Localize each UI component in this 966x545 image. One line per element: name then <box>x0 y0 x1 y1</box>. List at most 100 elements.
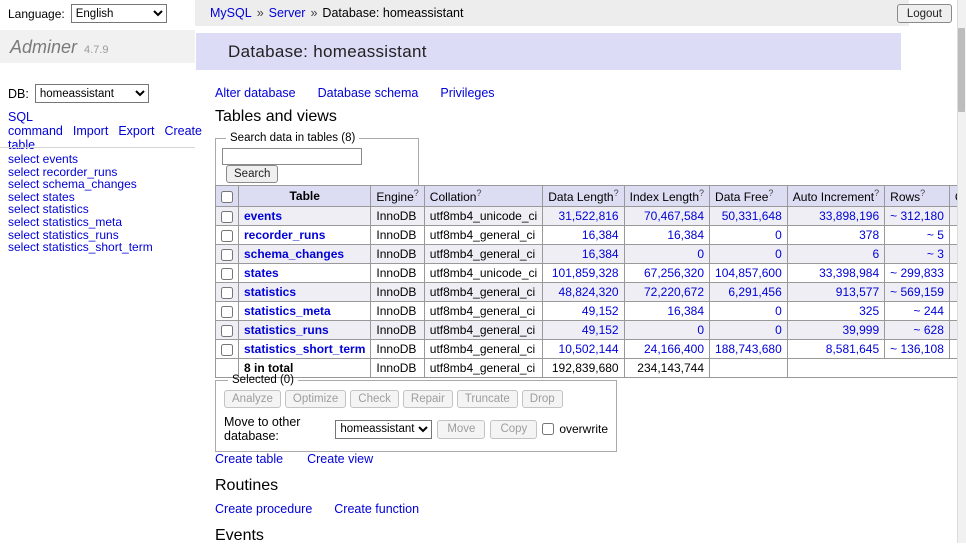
data-free-link[interactable]: 0 <box>775 247 782 261</box>
index-length-link[interactable]: 72,220,672 <box>644 285 704 299</box>
data-length-link[interactable]: 101,859,328 <box>552 266 619 280</box>
sidebar-action-link[interactable]: SQL command <box>8 110 63 138</box>
sidebar-table-link[interactable]: select statistics_short_term <box>8 241 153 254</box>
vertical-scrollbar[interactable] <box>957 0 966 543</box>
index-length-link[interactable]: 24,166,400 <box>644 342 704 356</box>
row-checkbox[interactable] <box>221 211 233 223</box>
selected-action-button[interactable]: Drop <box>522 390 563 408</box>
table-name-link[interactable]: statistics <box>244 285 296 299</box>
data-length-link[interactable]: 10,502,144 <box>559 342 619 356</box>
data-length-link[interactable]: 49,152 <box>582 323 619 337</box>
table-name-link[interactable]: events <box>244 209 282 223</box>
create-link[interactable]: Create table <box>215 452 283 466</box>
engine-cell: InnoDB <box>371 321 424 340</box>
index-length-link[interactable]: 16,384 <box>667 228 704 242</box>
table-name-link[interactable]: states <box>244 266 279 280</box>
move-db-select[interactable]: homeassistant <box>335 420 432 439</box>
data-free-link[interactable]: 50,331,648 <box>722 209 782 223</box>
routine-link[interactable]: Create procedure <box>215 502 312 516</box>
data-free-link[interactable]: 0 <box>775 304 782 318</box>
data-free-link[interactable]: 6,291,456 <box>728 285 781 299</box>
index-length-link[interactable]: 16,384 <box>667 304 704 318</box>
sidebar-table-link[interactable]: select statistics_meta <box>8 216 153 229</box>
rows-link[interactable]: ~ 244 <box>914 304 944 318</box>
column-help-link[interactable]: ? <box>874 188 879 198</box>
database-action-link[interactable]: Database schema <box>318 86 419 100</box>
column-help-link[interactable]: ? <box>476 188 481 198</box>
sidebar-action-link[interactable]: Export <box>118 124 154 138</box>
routine-link[interactable]: Create function <box>334 502 419 516</box>
column-help-link[interactable]: ? <box>414 188 419 198</box>
database-action-link[interactable]: Alter database <box>215 86 296 100</box>
index-length-link[interactable]: 67,256,320 <box>644 266 704 280</box>
data-length-link[interactable]: 16,384 <box>582 228 619 242</box>
data-length-link[interactable]: 49,152 <box>582 304 619 318</box>
data-free-link[interactable]: 104,857,600 <box>715 266 782 280</box>
row-checkbox[interactable] <box>221 325 233 337</box>
selected-action-button[interactable]: Repair <box>403 390 453 408</box>
auto-increment-link[interactable]: 39,999 <box>842 323 879 337</box>
rows-link[interactable]: ~ 3 <box>927 247 944 261</box>
column-help-link[interactable]: ? <box>614 188 619 198</box>
rows-link[interactable]: ~ 299,833 <box>890 266 944 280</box>
data-length-link[interactable]: 31,522,816 <box>559 209 619 223</box>
selected-legend: Selected (0) <box>228 374 298 386</box>
sidebar-table-link[interactable]: select schema_changes <box>8 178 153 191</box>
row-checkbox[interactable] <box>221 344 233 356</box>
scrollbar-thumb[interactable] <box>958 28 965 112</box>
index-length-link[interactable]: 0 <box>697 247 704 261</box>
copy-button[interactable]: Copy <box>490 420 537 439</box>
data-free-link[interactable]: 0 <box>775 323 782 337</box>
db-select[interactable]: homeassistant <box>35 84 149 103</box>
index-length-link[interactable]: 70,467,584 <box>644 209 704 223</box>
table-name-link[interactable]: schema_changes <box>244 247 344 261</box>
data-free-link[interactable]: 0 <box>775 228 782 242</box>
data-length-link[interactable]: 48,824,320 <box>559 285 619 299</box>
database-action-link[interactable]: Privileges <box>440 86 494 100</box>
select-all-cell <box>216 186 239 207</box>
table-name-link[interactable]: recorder_runs <box>244 228 325 242</box>
row-checkbox[interactable] <box>221 230 233 242</box>
selected-action-button[interactable]: Optimize <box>285 390 346 408</box>
collation-cell: utf8mb4_general_ci <box>424 226 542 245</box>
selected-action-button[interactable]: Truncate <box>457 390 518 408</box>
rows-link[interactable]: ~ 312,180 <box>890 209 944 223</box>
search-button[interactable]: Search <box>226 165 278 183</box>
column-help-link[interactable]: ? <box>768 188 773 198</box>
move-button[interactable]: Move <box>437 420 485 439</box>
table-name-link[interactable]: statistics_short_term <box>244 342 365 356</box>
auto-increment-link[interactable]: 6 <box>872 247 879 261</box>
overwrite-checkbox[interactable] <box>542 423 554 435</box>
auto-increment-link[interactable]: 33,898,196 <box>819 209 879 223</box>
create-link[interactable]: Create view <box>307 452 373 466</box>
sidebar-table-link[interactable]: select events <box>8 153 153 166</box>
search-input[interactable] <box>222 148 362 165</box>
rows-link[interactable]: ~ 628 <box>914 323 944 337</box>
row-checkbox[interactable] <box>221 287 233 299</box>
search-legend: Search data in tables (8) <box>226 132 359 144</box>
auto-increment-link[interactable]: 8,581,645 <box>826 342 879 356</box>
auto-increment-link[interactable]: 378 <box>859 228 879 242</box>
rows-link[interactable]: ~ 5 <box>927 228 944 242</box>
selected-action-button[interactable]: Check <box>350 390 399 408</box>
table-name-link[interactable]: statistics_meta <box>244 304 331 318</box>
auto-increment-link[interactable]: 913,577 <box>836 285 879 299</box>
row-checkbox[interactable] <box>221 306 233 318</box>
column-help-link[interactable]: ? <box>699 188 704 198</box>
index-length-link[interactable]: 0 <box>697 323 704 337</box>
sidebar-action-link[interactable]: Import <box>73 124 108 138</box>
tables-list: Table Engine? Collation? Data Length? In… <box>215 185 966 378</box>
row-checkbox[interactable] <box>221 249 233 261</box>
column-help-link[interactable]: ? <box>920 188 925 198</box>
selected-action-button[interactable]: Analyze <box>224 390 281 408</box>
rows-link[interactable]: ~ 569,159 <box>890 285 944 299</box>
table-name-link[interactable]: statistics_runs <box>244 323 329 337</box>
data-length-link[interactable]: 16,384 <box>582 247 619 261</box>
language-select[interactable]: English <box>71 4 167 23</box>
auto-increment-link[interactable]: 325 <box>859 304 879 318</box>
data-free-link[interactable]: 188,743,680 <box>715 342 782 356</box>
auto-increment-link[interactable]: 33,398,984 <box>819 266 879 280</box>
row-checkbox[interactable] <box>221 268 233 280</box>
rows-link[interactable]: ~ 136,108 <box>890 342 944 356</box>
select-all-checkbox[interactable] <box>221 191 233 203</box>
